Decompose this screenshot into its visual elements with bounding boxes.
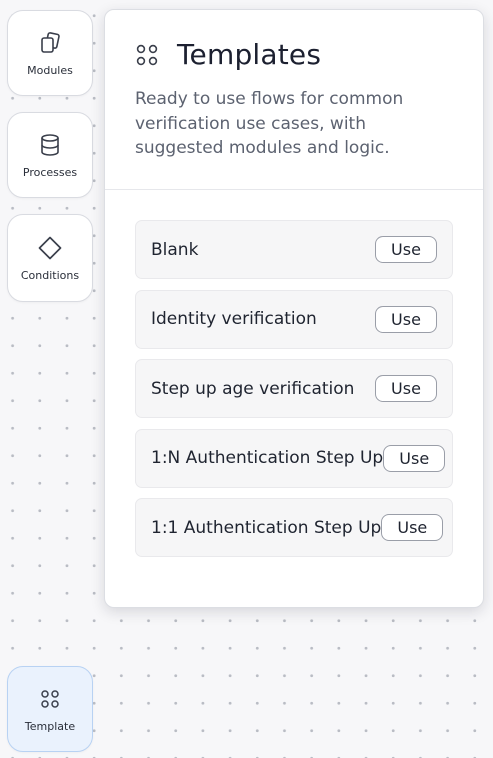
- templates-list: Blank Use Identity verification Use Step…: [135, 220, 453, 568]
- copy-icon: [37, 30, 63, 56]
- use-button[interactable]: Use: [375, 236, 437, 263]
- template-name: Step up age verification: [151, 378, 355, 399]
- template-row-identity-verification[interactable]: Identity verification Use: [135, 289, 453, 349]
- four-dots-icon: [37, 686, 63, 712]
- use-button[interactable]: Use: [381, 514, 444, 541]
- sidebar-item-template[interactable]: Template: [7, 666, 93, 752]
- diamond-icon: [37, 235, 63, 261]
- four-dots-icon: [135, 43, 159, 67]
- template-row-blank[interactable]: Blank Use: [135, 220, 453, 279]
- sidebar-item-label: Modules: [27, 63, 73, 77]
- panel-title-row: Templates: [135, 38, 453, 71]
- template-name: 1:1 Authentication Step Up: [151, 517, 382, 538]
- template-row-1n-authentication-step-up[interactable]: 1:N Authentication Step Up Use: [135, 428, 453, 488]
- panel-header: Templates Ready to use flows for common …: [105, 10, 483, 190]
- use-button[interactable]: Use: [375, 305, 437, 333]
- sidebar-item-label: Processes: [22, 165, 78, 179]
- template-name: Blank: [151, 239, 199, 260]
- template-name: Identity verification: [151, 309, 317, 329]
- panel-description: Ready to use flows for common verificati…: [135, 89, 404, 158]
- template-row-11-authentication-step-up[interactable]: 1:1 Authentication Step Up Use: [135, 498, 453, 557]
- database-icon: [37, 132, 63, 158]
- sidebar-item-conditions[interactable]: Conditions: [7, 214, 93, 302]
- templates-panel: Templates Ready to use flows for common …: [104, 9, 484, 608]
- use-button[interactable]: Use: [383, 444, 446, 472]
- sidebar-item-processes[interactable]: Processes: [7, 112, 93, 198]
- use-button[interactable]: Use: [375, 375, 437, 402]
- sidebar-item-label: Template: [24, 719, 76, 733]
- page-title: Templates: [177, 38, 322, 71]
- sidebar-item-label: Conditions: [20, 268, 80, 282]
- sidebar-item-modules[interactable]: Modules: [7, 10, 93, 96]
- template-name: 1:N Authentication Step Up: [151, 448, 384, 468]
- template-row-step-up-age-verification[interactable]: Step up age verification Use: [135, 359, 453, 418]
